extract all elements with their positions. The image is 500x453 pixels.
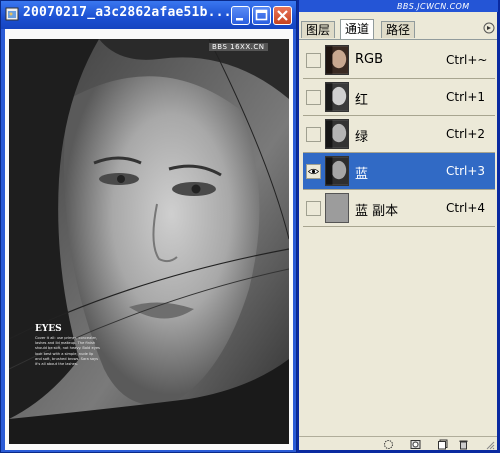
channel-row-red[interactable]: 红 Ctrl+1 [303,79,495,116]
channel-row-blue[interactable]: 蓝 Ctrl+3 [303,153,495,190]
photoshop-document-icon [5,7,19,21]
channel-thumbnail [325,119,349,149]
panel-bottom-bar [299,436,497,451]
visibility-toggle[interactable] [306,164,321,179]
resize-grip-icon[interactable] [485,440,495,450]
panel-watermark: BBS.JCWCN.COM [397,2,470,11]
channel-thumbnail [325,156,349,186]
minimize-icon [236,18,243,21]
close-icon [277,10,288,21]
channel-shortcut: Ctrl+2 [446,127,486,141]
maximize-icon [255,9,268,21]
tab-layers[interactable]: 图层 [301,21,336,38]
channel-list: RGB Ctrl+~ 红 Ctrl+1 绿 Ctrl+2 蓝 Ctrl+3 蓝 … [303,42,495,227]
eye-icon [308,168,319,175]
channel-thumbnail [325,82,349,112]
visibility-toggle[interactable] [306,127,321,142]
channel-shortcut: Ctrl+1 [446,90,486,104]
panel-title-bar[interactable]: BBS.JCWCN.COM [299,0,498,12]
load-selection-icon[interactable] [383,439,394,450]
channel-shortcut: Ctrl+4 [446,201,486,215]
portrait-photo [9,39,289,444]
visibility-toggle[interactable] [306,53,321,68]
close-button[interactable] [273,6,292,25]
channel-name: 蓝 [355,167,369,182]
panel-menu-icon[interactable] [483,22,495,34]
save-selection-icon[interactable] [410,439,421,450]
document-window: 20070217_a3c2862afae51b... BBS 16XX.CN E… [0,0,297,453]
channel-row-blue-copy[interactable]: 蓝 副本 Ctrl+4 [303,190,495,227]
document-canvas[interactable]: BBS 16XX.CN EYES Cover it all: use prime… [5,29,293,450]
delete-channel-icon[interactable] [458,439,469,450]
document-title: 20070217_a3c2862afae51b... [23,5,232,20]
channel-name: 蓝 副本 [355,204,399,219]
channel-shortcut: Ctrl+3 [446,164,486,178]
tab-paths[interactable]: 路径 [381,21,416,38]
channels-panel: BBS.JCWCN.COM 图层 通道 路径 RGB Ctrl+~ 红 Ctrl… [297,0,500,453]
tab-channels[interactable]: 通道 [340,19,375,39]
channel-row-rgb[interactable]: RGB Ctrl+~ [303,42,495,79]
channel-thumbnail [325,193,349,223]
new-channel-icon[interactable] [437,439,448,450]
maximize-button[interactable] [252,6,271,25]
document-title-bar[interactable]: 20070217_a3c2862afae51b... [1,1,296,29]
channel-row-green[interactable]: 绿 Ctrl+2 [303,116,495,153]
channel-shortcut: Ctrl+~ [446,53,488,67]
minimize-button[interactable] [231,6,250,25]
visibility-toggle[interactable] [306,90,321,105]
magazine-eyes-text: Cover it all: use primer, concealer, las… [35,336,100,367]
visibility-toggle[interactable] [306,201,321,216]
channel-name: 红 [355,93,369,108]
magazine-eyes-heading: EYES [35,324,62,334]
photo-watermark: BBS 16XX.CN [209,43,268,51]
panel-tabs: 图层 通道 路径 [299,18,497,40]
channel-thumbnail [325,45,349,75]
channel-name: RGB [355,52,384,67]
panel-body: 图层 通道 路径 RGB Ctrl+~ 红 Ctrl+1 绿 Ctrl+2 蓝 … [299,12,497,450]
channel-name: 绿 [355,130,369,145]
